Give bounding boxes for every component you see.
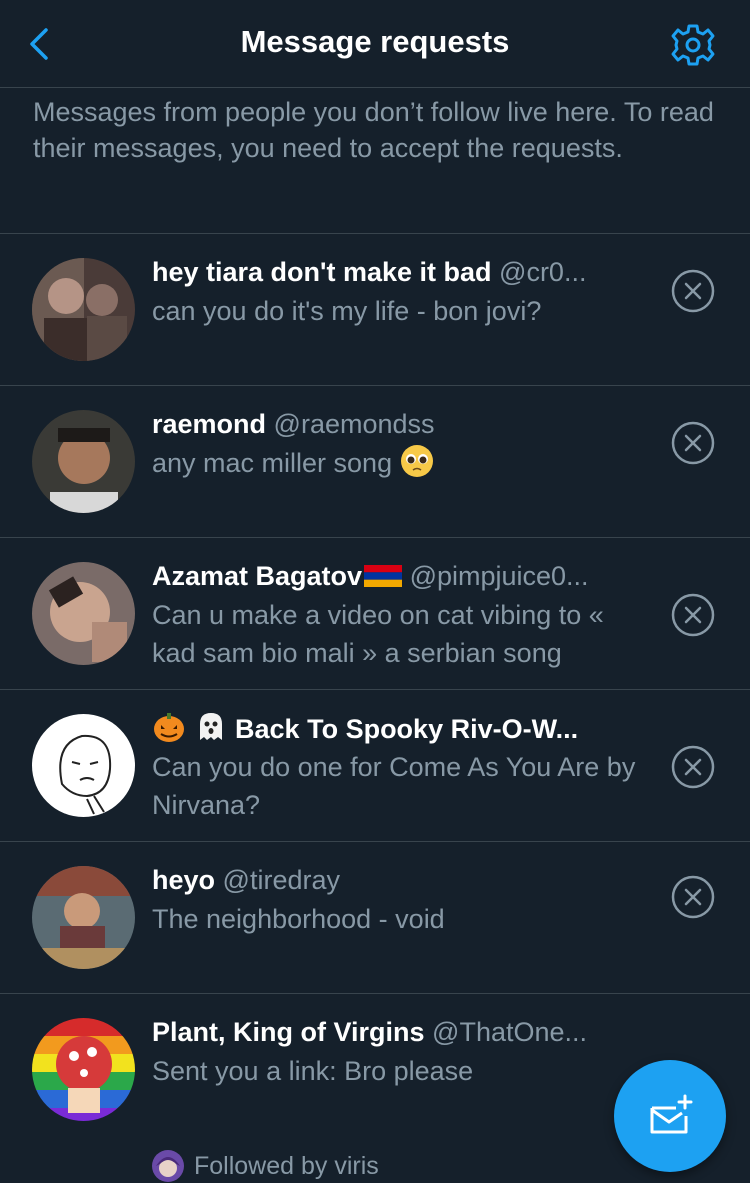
ghost-emoji: [199, 713, 222, 740]
sender-line: Back To Spooky Riv-O-W...: [152, 710, 642, 746]
message-text: any mac miller song: [152, 448, 393, 478]
dismiss-button[interactable]: [670, 874, 716, 920]
sender-line: raemond @raemondss: [152, 406, 642, 442]
request-row[interactable]: Azamat Bagatov @pimpjuice0... Can u make…: [0, 538, 750, 690]
request-row[interactable]: raemond @raemondss any mac miller song: [0, 386, 750, 538]
message-preview: any mac miller song: [152, 444, 652, 482]
pleading-face-emoji: [400, 445, 433, 477]
dismiss-button[interactable]: [670, 592, 716, 638]
sender-line: Plant, King of Virgins @ThatOne...: [152, 1014, 642, 1050]
message-preview: can you do it's my life - bon jovi?: [152, 296, 542, 326]
sender-handle: @cr0...: [499, 257, 587, 287]
armenia-flag-emoji: [364, 565, 403, 587]
message-preview: Can u make a video on cat vibing to « ka…: [152, 600, 604, 668]
request-row[interactable]: Back To Spooky Riv-O-W... Can you do one…: [0, 690, 750, 842]
message-preview: Sent you a link: Bro please: [152, 1056, 474, 1086]
page-title: Message requests: [240, 24, 510, 59]
message-preview: Can you do one for Come As You Are by Ni…: [152, 752, 636, 820]
sender-line: Azamat Bagatov @pimpjuice0...: [152, 558, 642, 594]
sender-name: raemond: [152, 409, 267, 439]
avatar: [32, 714, 135, 817]
settings-button[interactable]: [668, 22, 718, 68]
compose-message-button[interactable]: [614, 1060, 726, 1172]
sender-name: Azamat Bagatov: [152, 561, 363, 591]
sender-name: Back To Spooky Riv-O-W...: [235, 714, 579, 744]
close-circle-icon: [671, 269, 715, 313]
avatar: [32, 1018, 135, 1121]
avatar: [32, 562, 135, 665]
sender-name: Plant, King of Virgins: [152, 1017, 425, 1047]
new-message-icon: [650, 1094, 693, 1134]
followed-by-text: Followed by viris: [194, 1151, 379, 1180]
close-circle-icon: [671, 421, 715, 465]
sender-line: hey tiara don't make it bad @cr0...: [152, 254, 642, 290]
sender-line: heyo @tiredray: [152, 862, 642, 898]
sender-handle: @pimpjuice0...: [409, 561, 589, 591]
header: Message requests: [0, 0, 750, 88]
dismiss-button[interactable]: [670, 420, 716, 466]
requests-notice: Messages from people you don’t follow li…: [33, 97, 714, 163]
followed-by: Followed by viris: [152, 1150, 379, 1182]
request-row[interactable]: heyo @tiredray The neighborhood - void: [0, 842, 750, 994]
close-circle-icon: [671, 593, 715, 637]
sender-handle: @tiredray: [222, 865, 340, 895]
sender-handle: @ThatOne...: [432, 1017, 588, 1047]
avatar: [32, 258, 135, 361]
jack-o-lantern-emoji: [154, 713, 184, 742]
dismiss-button[interactable]: [670, 744, 716, 790]
gear-icon: [671, 24, 715, 66]
sender-name: hey tiara don't make it bad: [152, 257, 492, 287]
close-circle-icon: [671, 875, 715, 919]
sender-handle: @raemondss: [273, 409, 435, 439]
request-row[interactable]: hey tiara don't make it bad @cr0... can …: [0, 234, 750, 386]
avatar: [32, 866, 135, 969]
message-preview: The neighborhood - void: [152, 904, 445, 934]
dismiss-button[interactable]: [670, 268, 716, 314]
avatar: [32, 410, 135, 513]
follower-avatar: [152, 1150, 184, 1182]
close-circle-icon: [671, 745, 715, 789]
sender-name: heyo: [152, 865, 216, 895]
